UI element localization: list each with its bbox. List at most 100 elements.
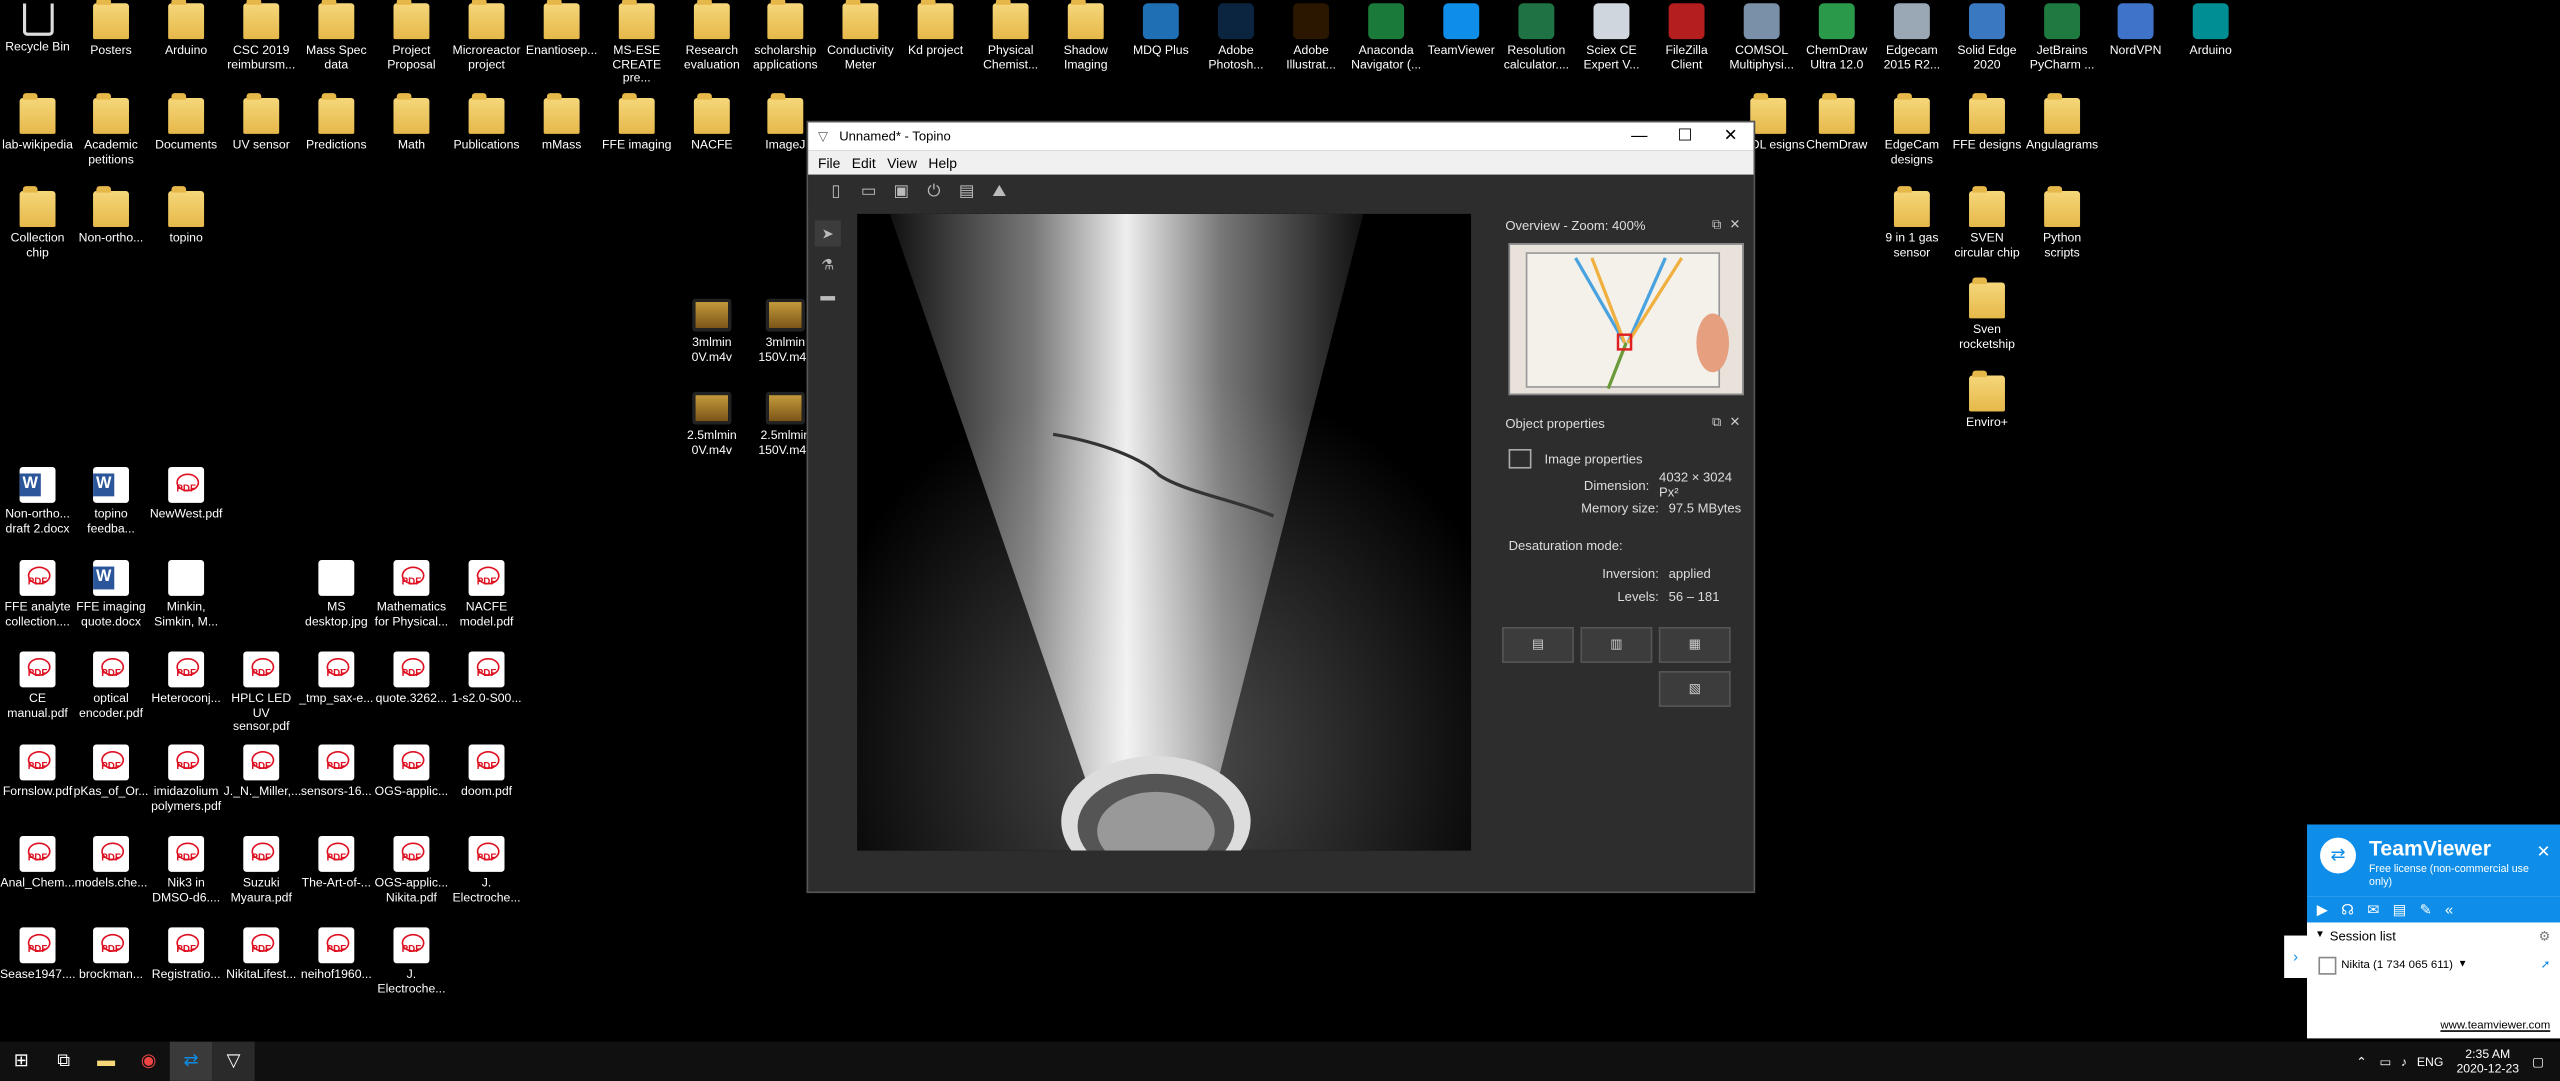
desktop-icon[interactable]: 9 in 1 gas sensor (1874, 186, 1949, 260)
desktop-icon[interactable]: MS-ESE CREATE pre... (599, 0, 674, 86)
desktop-icon[interactable]: Academic petitions (73, 93, 148, 167)
desktop-icon[interactable]: Shadow Imaging (1048, 0, 1123, 72)
flask-icon[interactable]: ⚗ (815, 251, 841, 277)
desktop-icon[interactable]: MDQ Plus (1123, 3, 1198, 58)
image-canvas[interactable] (857, 213, 1472, 851)
desktop-icon[interactable]: Sciex CE Expert V... (1574, 3, 1649, 72)
desktop-icon[interactable]: COMSOL Multiphysi... (1724, 3, 1799, 72)
files-icon[interactable]: ▤ (2393, 900, 2407, 918)
desktop-icon[interactable]: FFE analyte collection.... (0, 560, 75, 629)
desktop-icon[interactable]: Enviro+ (1949, 370, 2024, 431)
desktop-icon[interactable]: Mass Spec data (299, 0, 374, 72)
pointer-icon[interactable]: ➤ (814, 220, 841, 247)
desktop-icon[interactable]: Posters (73, 0, 148, 58)
desktop-icon[interactable]: Solid Edge 2020 (1949, 3, 2024, 72)
desktop-icon[interactable]: doom.pdf (449, 744, 524, 800)
menu-edit[interactable]: Edit (852, 154, 876, 170)
desktop-icon[interactable]: sensors-16... (299, 744, 374, 800)
new-file-icon[interactable]: ▯ (825, 181, 848, 204)
ruler-icon[interactable]: ▬ (815, 282, 841, 308)
desktop-icon[interactable]: neihof1960... (299, 927, 374, 982)
teamviewer-taskbar-icon[interactable]: ⇄ (169, 1041, 213, 1081)
task-view-icon[interactable]: ⧉ (42, 1042, 84, 1081)
desktop-icon[interactable]: Arduino (2173, 3, 2248, 58)
desktop-icon[interactable]: JetBrains PyCharm ... (2025, 3, 2100, 72)
reset-button[interactable]: ▧ (1658, 671, 1731, 707)
desktop-icon[interactable]: TeamViewer (1424, 3, 1499, 58)
desktop-icon[interactable]: J._N._Miller,... (224, 744, 301, 800)
desktop-icon[interactable]: Minkin, Simkin, M... (149, 560, 224, 629)
desktop-icon[interactable]: Non-ortho... draft 2.docx (0, 466, 75, 536)
desktop-icon[interactable]: Project Proposal (374, 0, 449, 72)
teamviewer-close-icon[interactable]: ✕ (2537, 844, 2551, 862)
desktop-icon[interactable]: J. Electroche... (449, 835, 524, 905)
desktop-icon[interactable]: pKas_of_Or... (73, 744, 148, 800)
desktop-icon[interactable]: FFE designs (1949, 93, 2024, 153)
connect-icon[interactable]: ➚ (2541, 958, 2551, 971)
close-button[interactable]: ✕ (1708, 122, 1754, 150)
tray-overflow-icon[interactable]: ⌃ (2356, 1054, 2366, 1069)
desktop-icon[interactable]: CE manual.pdf (0, 651, 75, 720)
desktop-icon[interactable]: ChemDraw (1799, 93, 1874, 153)
desktop-icon[interactable]: Adobe Photosh... (1198, 3, 1273, 72)
collapse-icon[interactable]: « (2445, 901, 2453, 917)
chat-icon[interactable]: ✉ (2367, 900, 2379, 918)
language-indicator[interactable]: ENG (2417, 1054, 2444, 1069)
tools-icon[interactable]: ✎ (2420, 900, 2432, 918)
file-explorer-icon[interactable]: ▬ (85, 1042, 127, 1081)
start-icon[interactable]: ⊞ (0, 1042, 42, 1081)
power-icon[interactable]: ⏻ (922, 181, 945, 204)
save-icon[interactable]: ▣ (890, 181, 913, 204)
menu-help[interactable]: Help (928, 154, 957, 170)
desktop-icon[interactable]: Physical Chemist... (973, 0, 1048, 72)
desktop-icon[interactable]: ChemDraw Ultra 12.0 (1799, 3, 1874, 72)
undock-icon[interactable]: ⧉ (1712, 415, 1721, 431)
desktop-icon[interactable]: Enantiosep... (524, 0, 599, 58)
desktop-icon[interactable]: 1-s2.0-S00... (449, 651, 524, 706)
desktop-icon[interactable]: topino feedba... (73, 466, 148, 536)
desktop-icon[interactable]: OGS-applic... Nikita.pdf (374, 835, 449, 905)
desktop-icon[interactable]: Predictions (299, 93, 374, 153)
desktop-icon[interactable]: NordVPN (2098, 3, 2173, 58)
desktop-icon[interactable]: 2.5mlmin 0V.m4v (674, 387, 749, 458)
desktop-icon[interactable]: brockman... (73, 927, 148, 982)
desktop-icon[interactable]: Suzuki Myaura.pdf (224, 835, 299, 905)
desktop-icon[interactable]: Collection chip (0, 186, 75, 260)
desktop-icon[interactable]: Documents (149, 93, 224, 153)
desktop-icon[interactable]: Sven rocketship (1949, 277, 2024, 351)
desktop-icon[interactable]: Research evaluation (674, 0, 749, 72)
menu-file[interactable]: File (818, 154, 840, 170)
video-icon[interactable]: ▶ (2317, 900, 2328, 918)
topino-taskbar-icon[interactable]: ▽ (212, 1041, 255, 1081)
levels-button[interactable]: ▦ (1658, 626, 1731, 663)
desktop-icon[interactable]: optical encoder.pdf (73, 651, 148, 720)
teamviewer-collapse-tab[interactable]: › (2284, 935, 2308, 978)
desktop-icon[interactable]: FFE imaging (599, 93, 674, 153)
maximize-button[interactable]: ☐ (1662, 122, 1708, 150)
desktop-icon[interactable]: Python scripts (2025, 186, 2100, 260)
desktop-icon[interactable]: FFE imaging quote.docx (73, 560, 148, 629)
desktop-icon[interactable]: Nik3 in DMSO-d6.... (149, 835, 224, 905)
panel-close-icon[interactable]: ✕ (1730, 415, 1741, 431)
desktop-icon[interactable]: HPLC LED UV sensor.pdf (224, 651, 299, 734)
desktop-icon[interactable]: _tmp_sax-e... (299, 651, 374, 706)
desktop-icon[interactable]: Fornslow.pdf (0, 744, 75, 800)
desktop-icon[interactable]: Anaconda Navigator (... (1349, 3, 1424, 72)
desktop-icon[interactable]: topino (149, 186, 224, 246)
desktop-icon[interactable]: scholarship applications (748, 0, 823, 72)
image-icon[interactable]: ▤ (955, 181, 978, 204)
settings-gear-icon[interactable]: ⚙ (2539, 928, 2551, 943)
chrome-icon[interactable]: ◉ (127, 1042, 169, 1081)
panel-close-icon[interactable]: ✕ (1730, 217, 1741, 233)
desktop-icon[interactable]: Sease1947.... (0, 927, 76, 982)
desktop-icon[interactable]: Anal_Chem... (0, 835, 75, 891)
desktop-icon[interactable]: Recycle Bin (0, 3, 75, 55)
desktop-icon[interactable]: Kd project (898, 0, 973, 58)
topino-window[interactable]: ▽ Unnamed* - Topino — ☐ ✕ File Edit View… (806, 120, 1756, 894)
desktop-icon[interactable]: Mathematics for Physical... (374, 560, 449, 629)
desktop-icon[interactable]: Angulagrams (2025, 93, 2100, 153)
desktop-icon[interactable]: MS desktop.jpg (299, 560, 374, 629)
clock[interactable]: 2:35 AM 2020-12-23 (2456, 1047, 2519, 1076)
title-bar[interactable]: ▽ Unnamed* - Topino — ☐ ✕ (808, 122, 1754, 151)
desktop-icon[interactable]: NACFE (674, 93, 749, 153)
